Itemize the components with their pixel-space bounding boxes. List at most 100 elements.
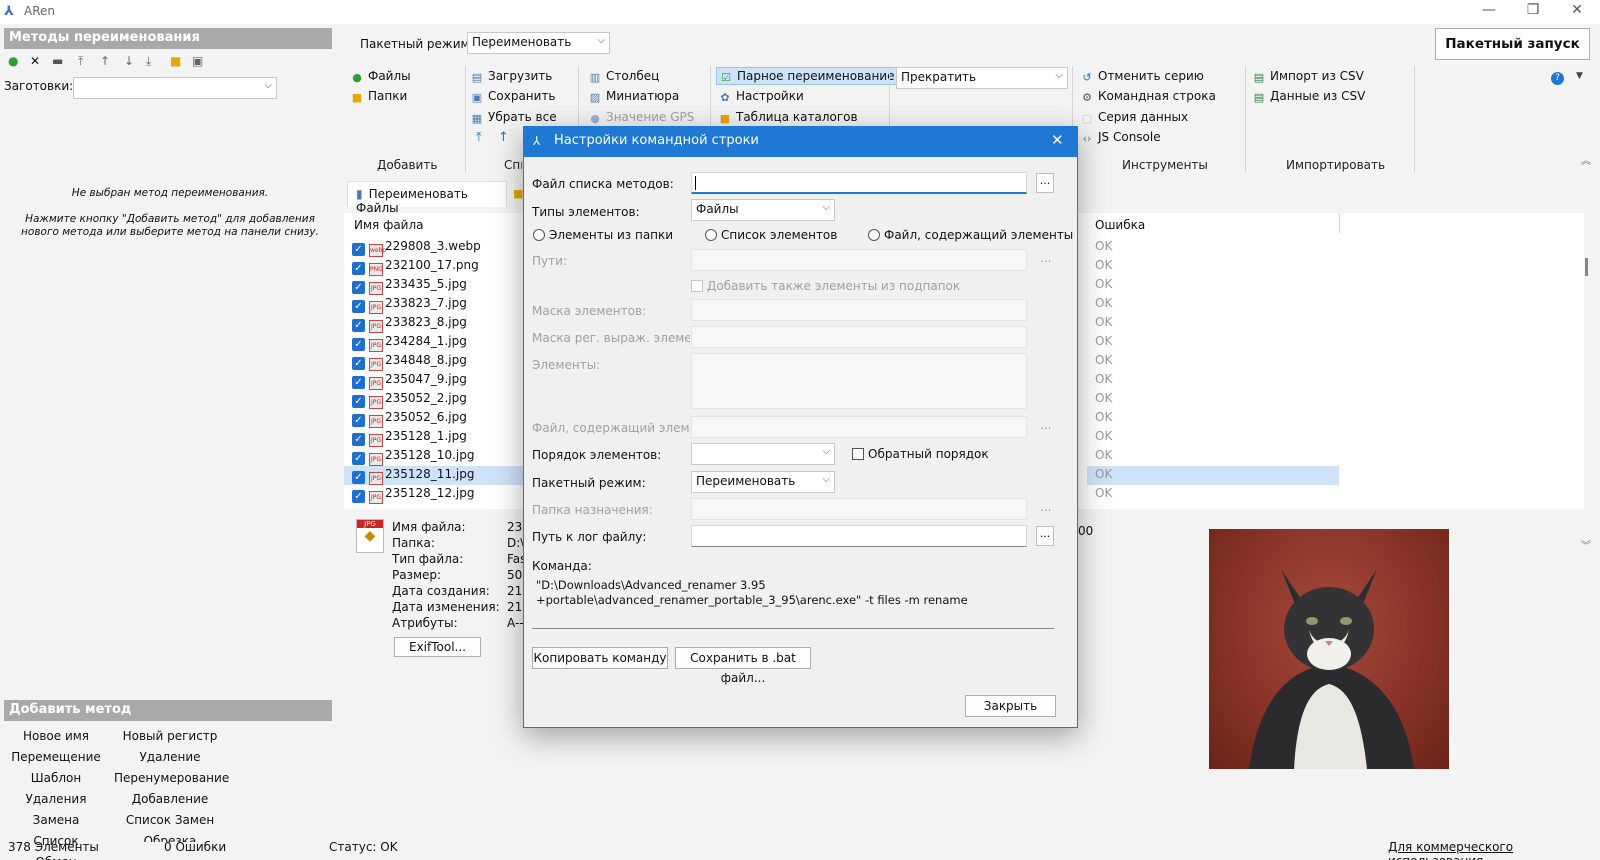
paths-input[interactable] xyxy=(691,249,1027,271)
table-row[interactable]: ✓ JPG 235128_12.jpg xyxy=(352,484,532,504)
move-top-icon[interactable]: ⤒ xyxy=(78,54,83,69)
log-browse-button[interactable]: ... xyxy=(1036,526,1054,546)
row-checkbox-icon[interactable]: ✓ xyxy=(352,262,365,275)
move-bottom-icon[interactable]: ⤓ xyxy=(146,54,151,69)
delete-method-icon[interactable]: ✕ xyxy=(30,54,40,68)
row-checkbox-icon[interactable]: ✓ xyxy=(352,300,365,313)
list-scrollbar-thumb[interactable] xyxy=(1585,258,1588,276)
table-row[interactable]: ✓ JPG 233823_8.jpg xyxy=(352,313,532,333)
method-renumber[interactable]: Перенумерование xyxy=(114,768,229,789)
save-bat-button[interactable]: Сохранить в .bat файл... xyxy=(675,647,811,685)
row-checkbox-icon[interactable]: ✓ xyxy=(352,281,365,294)
row-checkbox-icon[interactable]: ✓ xyxy=(352,490,365,503)
table-row[interactable]: ✓ JPG 235052_6.jpg xyxy=(352,408,532,428)
items-textarea[interactable] xyxy=(691,353,1027,409)
save-disk-icon[interactable]: ▣ xyxy=(192,54,203,68)
tab-folder-icon[interactable]: ■ xyxy=(513,187,523,200)
move-up-icon[interactable]: ↑ xyxy=(100,54,110,68)
list-move-up-icon[interactable]: ↑ xyxy=(498,130,509,145)
dest-browse-button[interactable]: ... xyxy=(1040,500,1051,514)
pair-rename-button[interactable]: ☑ Парное переименование xyxy=(716,67,902,85)
radio-file[interactable]: Файл, содержащий элементы xyxy=(868,228,1073,242)
regex-mask-input[interactable] xyxy=(691,326,1027,348)
table-row[interactable]: ✓ JPG 234284_1.jpg xyxy=(352,332,532,352)
exiftool-button[interactable]: ExifTool... xyxy=(394,637,481,657)
close-window-button[interactable]: ✕ xyxy=(1562,2,1592,22)
restore-button[interactable]: ❐ xyxy=(1518,2,1548,22)
radio-folder[interactable]: Элементы из папки xyxy=(533,228,673,242)
radio-list[interactable]: Список элементов xyxy=(705,228,837,242)
item-types-combo[interactable]: Файлы ⌵ xyxy=(691,199,835,221)
row-checkbox-icon[interactable]: ✓ xyxy=(352,395,365,408)
method-replace[interactable]: Замена xyxy=(4,810,108,831)
gps-button[interactable]: ● Значение GPS xyxy=(588,110,694,125)
remove-all-button[interactable]: ▦ Убрать все xyxy=(470,110,557,125)
table-row[interactable]: ✓ JPG 235128_1.jpg xyxy=(352,427,532,447)
batch-start-button[interactable]: Пакетный запуск xyxy=(1435,28,1590,60)
open-folder-icon[interactable]: ■ xyxy=(170,54,181,68)
import-csv-button[interactable]: ▤ Импорт из CSV xyxy=(1252,69,1364,84)
command-text[interactable]: "D:\Downloads\Advanced_renamer 3.95 +por… xyxy=(532,575,1054,629)
file-items-input[interactable] xyxy=(691,416,1027,438)
method-replace-list[interactable]: Список Замен xyxy=(114,810,226,831)
file-items-browse-button[interactable]: ... xyxy=(1040,418,1051,432)
method-move[interactable]: Перемещение xyxy=(4,747,108,768)
table-row[interactable]: ✓ JPG 233823_7.jpg xyxy=(352,294,532,314)
copy-command-button[interactable]: Копировать команду xyxy=(532,647,668,669)
row-checkbox-icon[interactable]: ✓ xyxy=(352,433,365,446)
save-list-button[interactable]: ▣ Сохранить xyxy=(470,89,556,104)
method-new-case[interactable]: Новый регистр xyxy=(114,726,226,747)
minimize-button[interactable]: — xyxy=(1474,2,1504,22)
table-row[interactable]: ✓ JPG 233435_5.jpg xyxy=(352,275,532,295)
row-checkbox-icon[interactable]: ✓ xyxy=(352,414,365,427)
order-combo[interactable]: ⌵ xyxy=(691,443,835,465)
row-checkbox-icon[interactable]: ✓ xyxy=(352,452,365,465)
paths-browse-button[interactable]: ... xyxy=(1040,251,1051,265)
data-csv-button[interactable]: ▤ Данные из CSV xyxy=(1252,89,1366,104)
dir-table-button[interactable]: ■ Таблица каталогов xyxy=(718,110,858,125)
column-button[interactable]: ▥ Столбец xyxy=(588,69,660,84)
table-row[interactable]: ✓ JPG 235047_9.jpg xyxy=(352,370,532,390)
cmdline-button[interactable]: ⚙ Командная строка xyxy=(1080,89,1216,104)
dialog-close-button[interactable]: Закрыть xyxy=(965,695,1056,717)
log-path-input[interactable] xyxy=(691,525,1027,547)
mask-input[interactable] xyxy=(691,299,1027,321)
expand-icon[interactable]: ︾ xyxy=(1581,537,1591,552)
data-series-button[interactable]: □ Серия данных xyxy=(1080,110,1188,125)
method-add[interactable]: Добавление xyxy=(114,789,226,810)
thumbnail-button[interactable]: ▨ Миниатюра xyxy=(588,89,679,104)
add-folders-button[interactable]: ■ Папки xyxy=(350,89,407,104)
table-row[interactable]: ✓ JPG 234848_8.jpg xyxy=(352,351,532,371)
js-console-button[interactable]: ‹› JS Console xyxy=(1080,130,1161,145)
row-checkbox-icon[interactable]: ✓ xyxy=(352,338,365,351)
table-row[interactable]: ✓ webp229808_3.webp xyxy=(352,237,532,257)
batch-mode-combo[interactable]: Переименовать ⌵ xyxy=(467,32,610,54)
dest-folder-input[interactable] xyxy=(691,498,1027,520)
ribbon-menu-icon[interactable]: ▼ xyxy=(1576,71,1583,81)
settings-button[interactable]: ✿ Настройки xyxy=(718,89,803,104)
method-list-browse-button[interactable]: ... xyxy=(1036,173,1054,193)
col-header-error[interactable]: Ошибка xyxy=(1095,218,1145,232)
tab-rename-files[interactable]: ▮ Переименовать Файлы xyxy=(347,181,507,215)
commercial-link[interactable]: Для коммерческого использования xyxy=(1388,840,1600,860)
dialog-batch-combo[interactable]: Переименовать ⌵ xyxy=(691,471,835,493)
add-method-icon[interactable]: ● xyxy=(8,54,18,68)
row-checkbox-icon[interactable]: ✓ xyxy=(352,471,365,484)
undo-series-button[interactable]: ↺ Отменить серию xyxy=(1080,69,1204,84)
presets-combo[interactable]: ⌵ xyxy=(73,77,277,99)
move-down-icon[interactable]: ↓ xyxy=(124,54,134,68)
reverse-order-checkbox[interactable]: Обратный порядок xyxy=(852,447,989,461)
method-new-name[interactable]: Новое имя xyxy=(4,726,108,747)
method-pattern-delete[interactable]: Шаблон Удаления xyxy=(4,768,108,810)
toggle-icon[interactable]: ▬ xyxy=(52,54,63,68)
row-checkbox-icon[interactable]: ✓ xyxy=(352,319,365,332)
col-header-name[interactable]: Имя файла xyxy=(354,218,424,232)
add-files-button[interactable]: ● Файлы xyxy=(350,69,410,84)
table-row[interactable]: ✓ JPG 235128_11.jpg xyxy=(352,465,532,485)
load-button[interactable]: ▤ Загрузить xyxy=(470,69,553,84)
dialog-close-icon[interactable]: ✕ xyxy=(1051,131,1064,149)
collapse-ribbon-icon[interactable]: ︽ xyxy=(1581,152,1591,167)
method-remove[interactable]: Удаление xyxy=(114,747,226,768)
table-row[interactable]: ✓ JPG 235052_2.jpg xyxy=(352,389,532,409)
help-icon[interactable]: ? xyxy=(1551,72,1564,85)
